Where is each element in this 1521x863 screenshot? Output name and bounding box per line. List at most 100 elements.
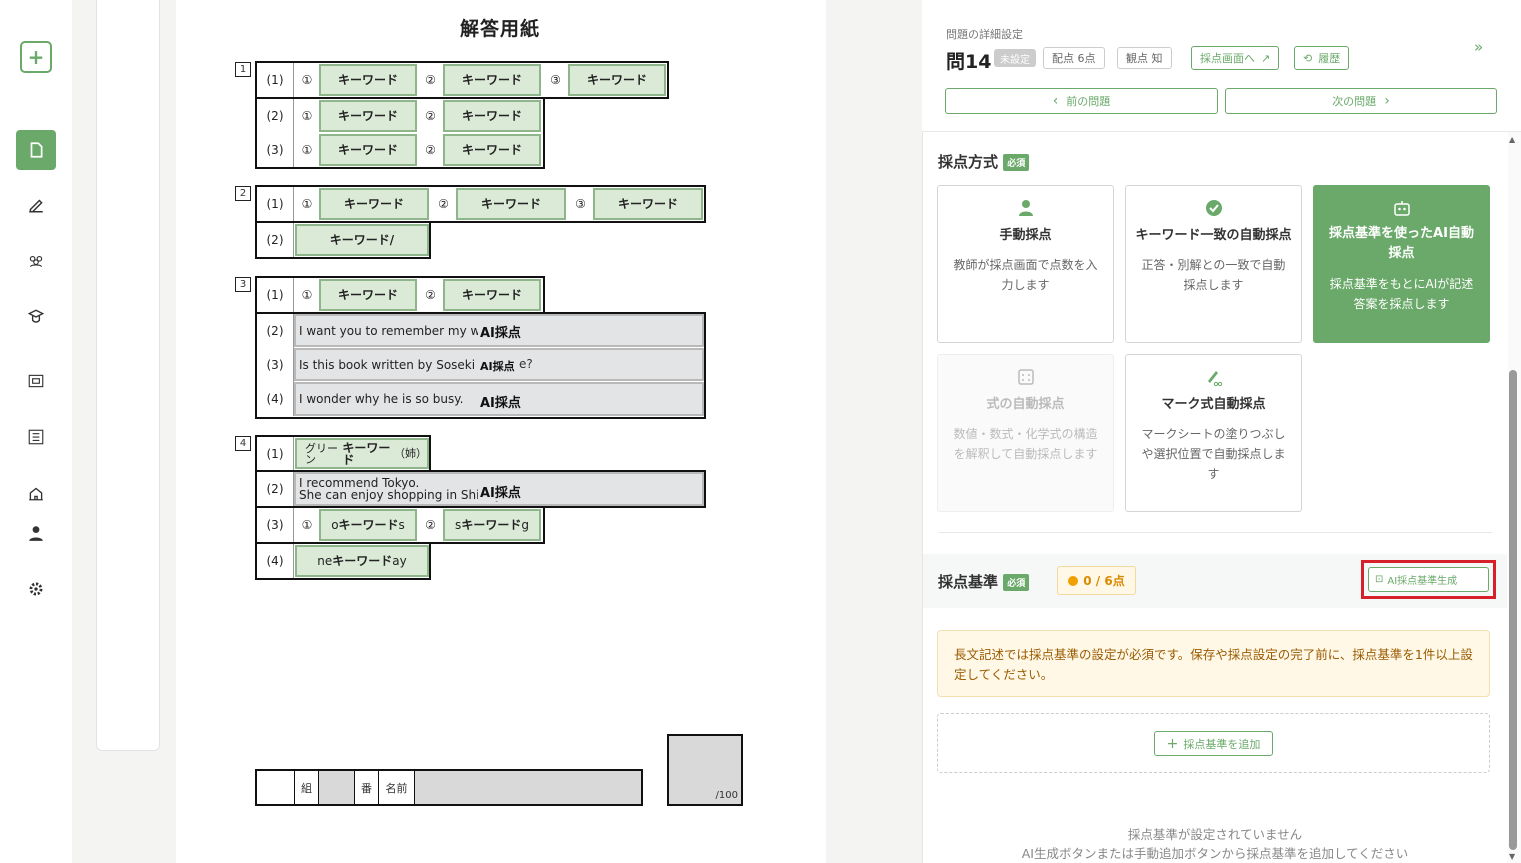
name-field[interactable] — [415, 771, 641, 804]
to-grading-button[interactable]: 採点画面へ ↗ — [1191, 46, 1280, 70]
scroll-up-icon[interactable]: ▲ — [1509, 135, 1515, 144]
keyword-field[interactable]: キーワード — [319, 64, 417, 96]
keyword-field[interactable]: キーワード — [319, 134, 417, 166]
row-label: (1) — [257, 437, 294, 470]
next-label: 次の問題 — [1332, 95, 1377, 108]
view-pill: 観点 知 — [1117, 47, 1172, 69]
keyword-field[interactable]: グリーン キーワード （姉） — [295, 438, 429, 469]
number-field[interactable] — [319, 771, 355, 804]
sidebar: + — [0, 0, 72, 863]
sidebar-item-school[interactable] — [16, 473, 56, 513]
ai-grading-label: AI採点 — [478, 392, 523, 411]
subitem-label: ② — [425, 518, 436, 532]
subitem-label: ① — [301, 518, 313, 532]
method-card-ai[interactable]: 採点基準を使ったAI自動採点 採点基準をもとにAIが記述答案を採点します — [1313, 185, 1490, 343]
empty-hint: AI生成ボタンまたは手動追加ボタンから採点基準を追加してください — [1021, 846, 1409, 861]
answer-text: ay — [392, 554, 407, 568]
sidebar-item-user[interactable] — [16, 513, 56, 553]
subitem-label: ② — [425, 109, 436, 123]
keyword-field[interactable]: キーワード — [319, 100, 417, 132]
panel-subtitle: 問題の詳細設定 — [946, 28, 1023, 41]
subitem-label: ① — [301, 143, 313, 157]
graduation-icon — [27, 309, 45, 323]
next-question-button[interactable]: 次の問題 › — [1225, 88, 1497, 114]
keyword-field[interactable]: キーワード — [456, 188, 566, 220]
method-card-keyword[interactable]: キーワード一致の自動採点 正答・別解との一致で自動採点します — [1125, 185, 1302, 343]
history-label: 履歴 — [1318, 52, 1341, 65]
collapse-icon[interactable]: » — [1474, 38, 1483, 56]
class-field[interactable] — [257, 771, 295, 804]
thumbnail-column — [96, 0, 160, 751]
external-link-icon: ↗ — [1261, 51, 1271, 65]
keyword-field[interactable]: s キーワード g — [443, 509, 541, 541]
keyword-field[interactable]: キーワード — [443, 134, 541, 166]
keyword-text: キーワード — [332, 554, 393, 568]
keyword-field[interactable]: キーワード — [593, 188, 703, 220]
required-badge: 必須 — [1003, 154, 1030, 171]
row-label: (1) — [257, 278, 294, 312]
row-label: (2) — [257, 472, 294, 506]
keyword-field[interactable]: キーワード — [443, 100, 541, 132]
sidebar-item-edit[interactable] — [16, 185, 56, 225]
add-icon[interactable]: + — [20, 41, 52, 73]
keyword-field[interactable]: キーワード — [319, 188, 429, 220]
sidebar-item-teacher[interactable] — [16, 297, 56, 337]
person-icon — [938, 198, 1113, 218]
check-circle-icon — [1126, 198, 1301, 218]
keyword-field[interactable]: キーワード — [319, 279, 417, 311]
list-icon — [28, 429, 44, 445]
sidebar-item-list[interactable] — [16, 417, 56, 457]
row-label: (4) — [257, 544, 294, 578]
question-number: 4 — [235, 436, 251, 451]
method-card-manual[interactable]: 手動採点 教師が採点画面で点数を入力します — [937, 185, 1114, 343]
answer-text: e? — [519, 357, 533, 371]
calculator-icon — [938, 367, 1113, 387]
card-desc: 教師が採点画面で点数を入力します — [953, 258, 1098, 292]
keyword-field[interactable]: キーワード — [568, 64, 666, 96]
question-number: 2 — [235, 186, 251, 201]
empty-message: 採点基準が設定されていません — [1127, 827, 1303, 842]
keyword-field[interactable]: キーワード/ — [295, 224, 429, 256]
method-card-mark[interactable]: マーク式自動採点 マークシートの塗りつぶしや選択位置で自動採点します — [1125, 354, 1302, 512]
add-criteria-button[interactable]: + 採点基準を追加 — [1154, 731, 1273, 756]
ai-grading-label: AI採点 — [478, 482, 523, 501]
row-label: (1) — [257, 187, 294, 221]
sidebar-item-scan[interactable] — [16, 361, 56, 401]
document-icon — [30, 142, 43, 158]
sidebar-item-document[interactable] — [16, 130, 56, 170]
sheet-title: 解答用紙 — [460, 18, 541, 40]
name-label: 名前 — [379, 771, 415, 804]
history-button[interactable]: ⟲ 履歴 — [1294, 46, 1350, 70]
criteria-score: 0 / 6点 — [1057, 566, 1136, 595]
keyword-field[interactable]: キーワード — [443, 64, 541, 96]
scrollbar-thumb[interactable] — [1509, 370, 1517, 850]
answer-text: s — [398, 518, 405, 532]
row-label: (1) — [257, 63, 294, 97]
ai-criteria-generate-button[interactable]: ⊡ AI採点基準生成 — [1368, 567, 1489, 592]
prev-label: 前の問題 — [1066, 95, 1111, 108]
sidebar-item-settings[interactable] — [16, 569, 56, 609]
method-title: 採点方式 — [938, 153, 999, 171]
prev-question-button[interactable]: ‹ 前の問題 — [945, 88, 1218, 114]
sidebar-item-group[interactable] — [16, 241, 56, 281]
mark-icon — [1126, 367, 1301, 387]
keyword-field[interactable]: ne キーワード ay — [295, 545, 429, 577]
answer-text: o — [331, 518, 339, 532]
robot-icon: ⊡ — [1375, 574, 1384, 585]
answer-text: （姉） — [394, 447, 427, 460]
scan-icon — [28, 374, 44, 388]
subitem-label: ② — [425, 288, 436, 302]
keyword-text: キーワード — [338, 518, 399, 532]
scroll-down-icon[interactable]: ▼ — [1509, 852, 1515, 861]
ai-grading-label: AI採点 — [478, 358, 517, 374]
user-icon — [29, 526, 43, 541]
card-title: 採点基準を使ったAI自動採点 — [1329, 226, 1474, 261]
card-title: マーク式自動採点 — [1161, 397, 1266, 412]
row-label: (2) — [257, 314, 294, 348]
keyword-field[interactable]: o キーワード s — [319, 509, 417, 541]
criteria-heading: 採点基準 必須 — [938, 571, 1030, 592]
plus-icon: + — [1166, 735, 1179, 752]
keyword-field[interactable]: キーワード — [443, 279, 541, 311]
chevron-left-icon: ‹ — [1052, 93, 1059, 109]
pen-icon — [29, 199, 43, 213]
